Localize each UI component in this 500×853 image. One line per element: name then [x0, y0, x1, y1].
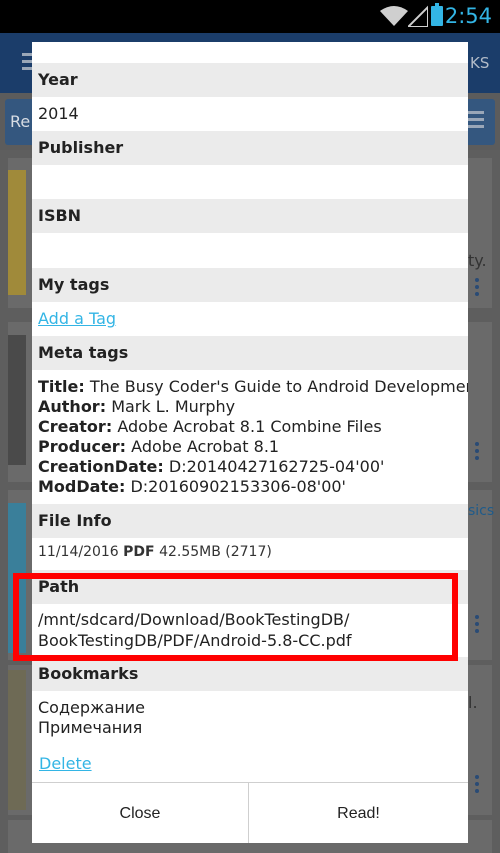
add-tag-link[interactable]: Add a Tag	[38, 309, 116, 328]
meta-tag-item: ModDate: D:20160902153306-08'00'	[38, 477, 346, 496]
background-thumbnail	[8, 670, 26, 810]
isbn-value	[32, 240, 468, 260]
background-item-menu-icon	[475, 278, 479, 299]
file-info-header: File Info	[32, 504, 468, 538]
battery-icon	[431, 3, 443, 26]
wifi-icon	[380, 6, 408, 26]
bookmark-item[interactable]: Содержание	[38, 698, 468, 718]
close-button[interactable]: Close	[32, 783, 249, 843]
background-text: l.	[468, 693, 478, 712]
dialog-button-bar: Close Read!	[32, 782, 468, 843]
meta-tag-item: Title: The Busy Coder's Guide to Android…	[38, 377, 468, 396]
background-text: ty.	[468, 251, 487, 270]
background-tab-text: KS	[470, 54, 490, 72]
background-item-menu-icon	[475, 775, 479, 796]
clock: 2:54	[444, 4, 492, 28]
signal-icon	[408, 5, 428, 27]
meta-tags-list: Title: The Busy Coder's Guide to Android…	[32, 377, 468, 497]
path-highlight-box	[13, 573, 458, 661]
publisher-value	[32, 172, 468, 192]
year-header: Year	[32, 63, 468, 97]
publisher-header: Publisher	[32, 131, 468, 165]
book-info-dialog: Year 2014 Publisher ISBN My tags Add a T…	[32, 42, 468, 843]
meta-tag-item: Creator: Adobe Acrobat 8.1 Combine Files	[38, 417, 382, 436]
bookmark-item[interactable]: Примечания	[38, 718, 468, 738]
meta-tags-header: Meta tags	[32, 336, 468, 370]
meta-tag-item: Author: Mark L. Murphy	[38, 397, 236, 416]
meta-tag-item: Producer: Adobe Acrobat 8.1	[38, 437, 280, 456]
read-button[interactable]: Read!	[250, 783, 467, 843]
year-value: 2014	[38, 104, 79, 123]
background-item-menu-icon	[475, 615, 479, 636]
bookmarks-list: Содержание Примечания	[32, 698, 468, 738]
background-toolbar-text: Re	[10, 112, 31, 131]
background-overflow-menu-icon	[466, 111, 484, 132]
background-item-menu-icon	[475, 442, 479, 463]
meta-tag-item: CreationDate: D:20140427162725-04'00'	[38, 457, 385, 476]
bookmarks-header: Bookmarks	[32, 657, 468, 691]
my-tags-header: My tags	[32, 268, 468, 302]
background-text: sics	[468, 503, 495, 519]
background-thumbnail	[8, 335, 26, 465]
isbn-header: ISBN	[32, 199, 468, 233]
status-bar: 2:54	[0, 0, 500, 33]
file-info-value: 11/14/2016 PDF 42.55MB (2717)	[38, 544, 272, 560]
background-thumbnail	[8, 170, 26, 295]
delete-bookmark-link[interactable]: Delete	[39, 754, 92, 773]
